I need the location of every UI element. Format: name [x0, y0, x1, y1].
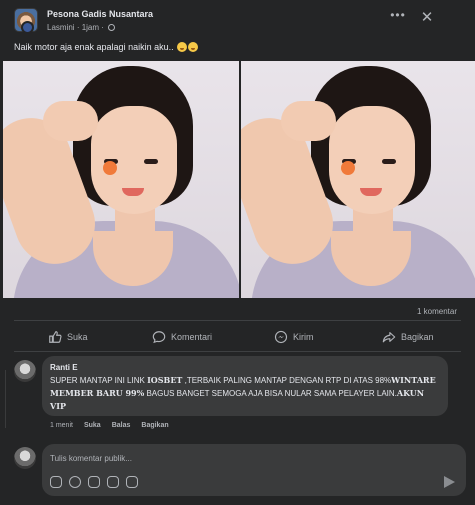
comment-link: IOSBET [147, 375, 183, 385]
photo-eye [382, 159, 396, 164]
separator: · [101, 23, 104, 32]
emoji-icon [177, 42, 188, 52]
photo-flower [341, 161, 355, 175]
avatar-sticker-icon[interactable] [50, 476, 62, 488]
photo-flower [103, 161, 117, 175]
messenger-icon [274, 330, 288, 344]
gif-icon[interactable] [107, 476, 119, 488]
divider [14, 320, 461, 321]
photo-hand [281, 101, 336, 141]
divider [14, 351, 461, 352]
like-label: Suka [67, 332, 88, 342]
comment-text: SUPER MANTAP INI LINK IOSBET ,TERBAIK PA… [50, 374, 442, 413]
post-header: Pesona Gadis Nusantara Lasmini · 1jam · … [0, 0, 475, 40]
comment-label: Komentari [171, 332, 213, 342]
comment-share-button[interactable]: Bagikan [141, 422, 168, 429]
close-icon[interactable]: ✕ [418, 9, 436, 27]
emoji-icon [188, 42, 199, 52]
send-button[interactable]: Kirim [274, 327, 314, 347]
author-line: Lasmini · 1jam · [47, 23, 116, 32]
post-photo-2[interactable] [241, 61, 475, 298]
comment-like-button[interactable]: Suka [84, 422, 101, 429]
user-avatar [14, 447, 36, 469]
camera-icon[interactable] [88, 476, 100, 488]
comment-time: 1 menit [50, 422, 73, 429]
more-icon[interactable]: ••• [389, 9, 407, 25]
share-icon [382, 332, 396, 343]
share-label: Bagikan [401, 332, 434, 342]
group-name[interactable]: Pesona Gadis Nusantara [47, 9, 153, 19]
post-photo-1[interactable] [3, 61, 239, 298]
send-label: Kirim [293, 332, 314, 342]
photo-eye [144, 159, 158, 164]
comment-count[interactable]: 1 komentar [417, 307, 457, 316]
emoji-picker-icon[interactable] [69, 476, 81, 488]
comment-text-part: SUPER MANTAP INI LINK [50, 376, 148, 385]
commenter-avatar[interactable] [14, 360, 36, 382]
send-icon[interactable] [444, 476, 455, 488]
author-avatar[interactable] [21, 21, 34, 34]
comment-button[interactable]: Komentari [152, 327, 212, 347]
photo-hand [43, 101, 98, 141]
sticker-icon[interactable] [126, 476, 138, 488]
caption-text: Naik motor aja enak apalagi naikin aku.. [14, 42, 174, 52]
share-button[interactable]: Bagikan [382, 327, 434, 347]
composer-icons [50, 476, 138, 488]
commenter-name[interactable]: Ranti E [50, 363, 78, 372]
comment-input[interactable] [50, 451, 430, 465]
thread-line [5, 370, 6, 428]
author-name[interactable]: Lasmini [47, 23, 75, 32]
post-time[interactable]: 1jam [82, 23, 99, 32]
comment-text-part: BAGUS BANGET SEMOGA AJA BISA NULAR SAMA … [144, 389, 397, 398]
post-card: Pesona Gadis Nusantara Lasmini · 1jam · … [0, 0, 475, 505]
globe-icon [108, 24, 116, 31]
comment-icon [152, 331, 166, 344]
post-caption: Naik motor aja enak apalagi naikin aku.. [14, 42, 199, 52]
comment-meta: 1 menit Suka Balas Bagikan [50, 422, 169, 429]
comment-text-part: ,TERBAIK PALING MANTAP DENGAN RTP DI ATA… [182, 376, 392, 385]
like-icon [49, 331, 62, 343]
comment-reply-button[interactable]: Balas [112, 422, 131, 429]
like-button[interactable]: Suka [48, 327, 88, 347]
